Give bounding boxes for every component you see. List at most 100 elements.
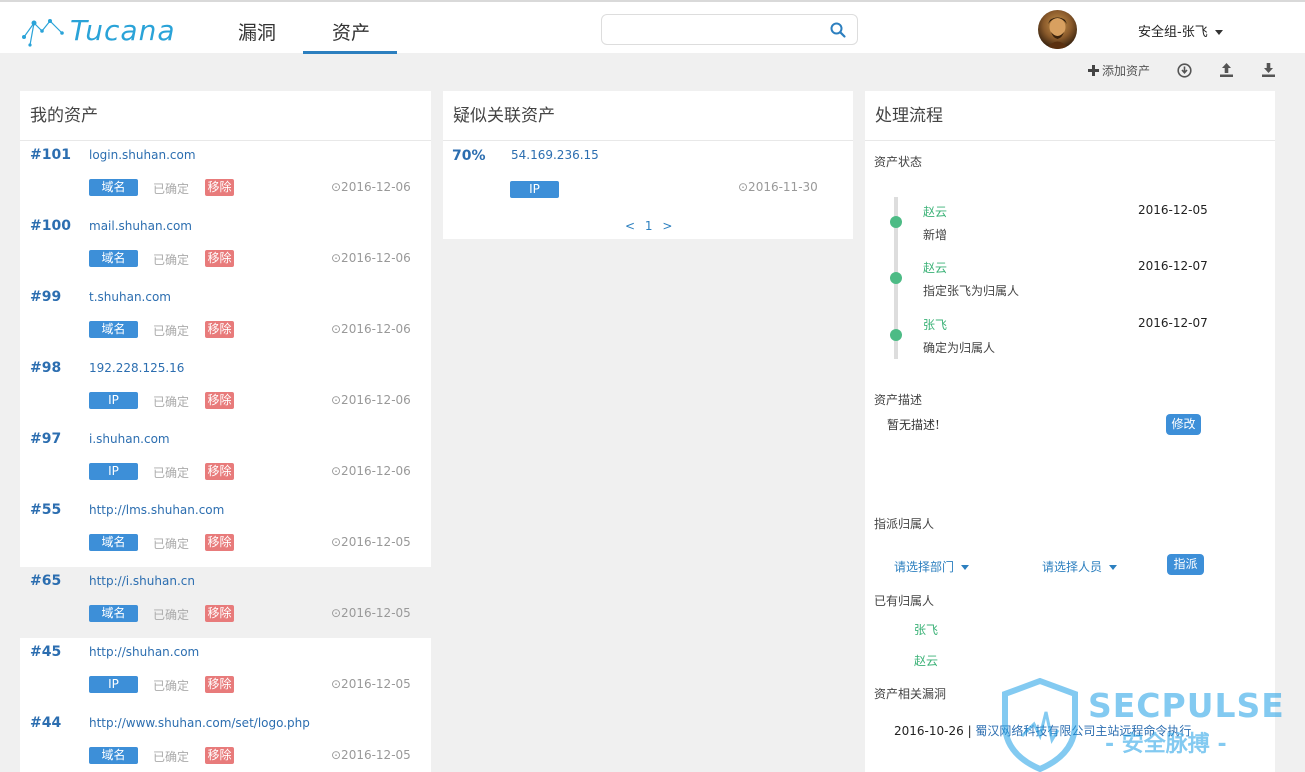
asset-status: 已确定 bbox=[153, 537, 190, 551]
timeline-user: 赵云 bbox=[923, 261, 948, 275]
asset-list: #101 login.shuhan.com 域名 已确定 移除 ⊙2016-12-06 #1… bbox=[20, 141, 431, 772]
logo-text: Tucana bbox=[70, 13, 176, 47]
department-select[interactable]: 请选择部门 bbox=[894, 558, 970, 575]
timeline-user: 张飞 bbox=[923, 318, 948, 332]
remove-button[interactable]: 移除 bbox=[205, 392, 234, 409]
remove-button[interactable]: 移除 bbox=[205, 179, 234, 196]
assign-owner-label: 指派归属人 bbox=[874, 517, 935, 531]
chevron-down-icon bbox=[1214, 30, 1223, 35]
asset-description-label: 资产描述 bbox=[874, 393, 923, 407]
owner-name: 张飞 bbox=[914, 623, 939, 637]
tab-assets[interactable]: 资产 bbox=[332, 18, 370, 45]
asset-status: 已确定 bbox=[153, 679, 190, 693]
pager-prev[interactable]: < bbox=[625, 219, 635, 233]
asset-name-link[interactable]: http://lms.shuhan.com bbox=[89, 503, 224, 517]
vuln-date: 2016-10-26 bbox=[894, 724, 964, 738]
owner-name: 赵云 bbox=[914, 654, 939, 668]
shield-icon bbox=[1002, 678, 1078, 772]
asset-name-link[interactable]: mail.shuhan.com bbox=[89, 219, 192, 233]
remove-button[interactable]: 移除 bbox=[205, 747, 234, 764]
asset-status: 已确定 bbox=[153, 324, 190, 338]
asset-name-link[interactable]: http://shuhan.com bbox=[89, 645, 199, 659]
remove-button[interactable]: 移除 bbox=[205, 250, 234, 267]
remove-button[interactable]: 移除 bbox=[205, 463, 234, 480]
type-tag: 域名 bbox=[89, 605, 138, 622]
remove-button[interactable]: 移除 bbox=[205, 534, 234, 551]
person-select[interactable]: 请选择人员 bbox=[1042, 558, 1118, 575]
watermark-subtext: - 安全脉搏 - bbox=[1105, 732, 1227, 757]
vuln-separator: | bbox=[963, 724, 976, 738]
chevron-down-icon bbox=[1109, 565, 1118, 570]
type-tag: 域名 bbox=[89, 747, 138, 764]
pager-page[interactable]: 1 bbox=[645, 219, 653, 233]
asset-date: ⊙2016-12-05 bbox=[331, 535, 411, 549]
my-assets-panel: 我的资产 #101 login.shuhan.com 域名 已确定 移除 ⊙2016-12… bbox=[20, 91, 431, 772]
timeline-dot bbox=[890, 272, 902, 284]
asset-status: 已确定 bbox=[153, 182, 190, 196]
asset-name-link[interactable]: http://www.shuhan.com/set/logo.php bbox=[89, 716, 310, 730]
remove-button[interactable]: 移除 bbox=[205, 676, 234, 693]
search-input[interactable] bbox=[601, 14, 858, 45]
avatar-portrait-icon bbox=[1046, 17, 1069, 49]
logo[interactable]: Tucana bbox=[20, 11, 176, 49]
asset-id: #101 bbox=[30, 147, 71, 163]
type-tag: IP bbox=[89, 676, 138, 693]
download-circle-icon[interactable] bbox=[1177, 63, 1192, 78]
asset-row[interactable]: #45 http://shuhan.com IP 已确定 移除 ⊙2016-12-05 bbox=[20, 638, 431, 709]
related-asset-ip[interactable]: 54.169.236.15 bbox=[511, 148, 599, 162]
department-select-label: 请选择部门 bbox=[894, 560, 955, 574]
asset-row[interactable]: #100 mail.shuhan.com 域名 已确定 移除 ⊙2016-12-06 bbox=[20, 212, 431, 283]
top-navbar: Tucana 漏洞 资产 安全组-张飞 bbox=[0, 0, 1305, 54]
avatar[interactable] bbox=[1038, 10, 1077, 49]
user-menu[interactable]: 安全组-张飞 bbox=[1138, 21, 1223, 40]
asset-id: #100 bbox=[30, 218, 71, 234]
related-assets-panel: 疑似关联资产 70% 54.169.236.15 IP ⊙2016-11-30 … bbox=[443, 91, 853, 239]
timeline-user: 赵云 bbox=[923, 205, 948, 219]
search-icon[interactable] bbox=[829, 21, 847, 39]
remove-button[interactable]: 移除 bbox=[205, 321, 234, 338]
related-asset-item[interactable]: 70% 54.169.236.15 IP ⊙2016-11-30 < 1 > bbox=[443, 141, 853, 238]
remove-button[interactable]: 移除 bbox=[205, 605, 234, 622]
type-tag: 域名 bbox=[89, 250, 138, 267]
download-icon[interactable] bbox=[1261, 62, 1276, 78]
asset-row[interactable]: #44 http://www.shuhan.com/set/logo.php 域名 已… bbox=[20, 709, 431, 772]
user-name: 安全组-张飞 bbox=[1138, 25, 1208, 40]
asset-row[interactable]: #55 http://lms.shuhan.com 域名 已确定 移除 ⊙2016-12-… bbox=[20, 496, 431, 567]
asset-id: #55 bbox=[30, 502, 62, 518]
pager-next[interactable]: > bbox=[662, 219, 672, 233]
type-tag: 域名 bbox=[89, 321, 138, 338]
type-tag: 域名 bbox=[89, 179, 138, 196]
asset-id: #98 bbox=[30, 360, 62, 376]
upload-icon[interactable] bbox=[1219, 62, 1234, 78]
asset-row[interactable]: #97 i.shuhan.com IP 已确定 移除 ⊙2016-12-06 bbox=[20, 425, 431, 496]
edit-description-button[interactable]: 修改 bbox=[1166, 414, 1201, 435]
asset-date: ⊙2016-12-06 bbox=[331, 180, 411, 194]
chevron-down-icon bbox=[961, 565, 970, 570]
asset-name-link[interactable]: 192.228.125.16 bbox=[89, 361, 184, 375]
asset-date: ⊙2016-12-06 bbox=[331, 393, 411, 407]
person-select-label: 请选择人员 bbox=[1042, 560, 1103, 574]
tab-vulnerabilities[interactable]: 漏洞 bbox=[238, 18, 276, 45]
asset-status: 已确定 bbox=[153, 750, 190, 764]
watermark: SECPULSE - 安全脉搏 - bbox=[1000, 678, 1305, 772]
timeline-date: 2016-12-05 bbox=[1138, 203, 1208, 217]
plus-icon bbox=[1088, 65, 1099, 76]
timeline-dot bbox=[890, 216, 902, 228]
my-assets-title: 我的资产 bbox=[20, 91, 431, 141]
asset-name-link[interactable]: login.shuhan.com bbox=[89, 148, 196, 162]
asset-row[interactable]: #99 t.shuhan.com 域名 已确定 移除 ⊙2016-12-06 bbox=[20, 283, 431, 354]
related-vulns-label: 资产相关漏洞 bbox=[874, 687, 947, 701]
asset-row[interactable]: #98 192.228.125.16 IP 已确定 移除 ⊙2016-12-06 bbox=[20, 354, 431, 425]
timeline-date: 2016-12-07 bbox=[1138, 259, 1208, 273]
asset-name-link[interactable]: http://i.shuhan.cn bbox=[89, 574, 195, 588]
asset-status: 已确定 bbox=[153, 253, 190, 267]
asset-id: #99 bbox=[30, 289, 62, 305]
add-asset-button[interactable]: 添加资产 bbox=[1088, 62, 1150, 79]
asset-id: #45 bbox=[30, 644, 62, 660]
asset-row[interactable]: #101 login.shuhan.com 域名 已确定 移除 ⊙2016-12-06 bbox=[20, 141, 431, 212]
watermark-text: SECPULSE bbox=[1088, 686, 1285, 725]
assign-button[interactable]: 指派 bbox=[1167, 554, 1204, 575]
asset-row[interactable]: #65 http://i.shuhan.cn 域名 已确定 移除 ⊙2016-12-05 bbox=[20, 567, 431, 638]
asset-name-link[interactable]: t.shuhan.com bbox=[89, 290, 171, 304]
asset-name-link[interactable]: i.shuhan.com bbox=[89, 432, 170, 446]
